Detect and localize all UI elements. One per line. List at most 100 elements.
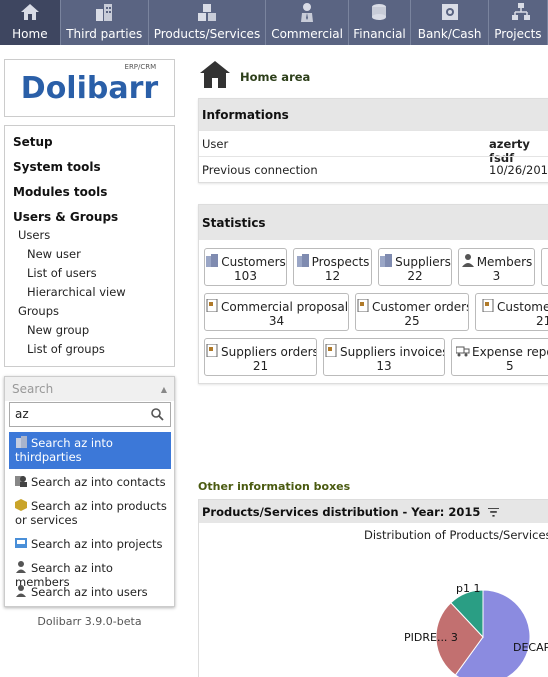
menu-list-users[interactable]: List of users [13,265,174,284]
pie-label-pidre: PIDRE... 3 [404,631,458,644]
document-icon [482,299,494,312]
building-icon [93,1,115,23]
stat-members[interactable]: Members 3 [458,248,535,286]
page-title: Home area [240,70,311,84]
search-input[interactable]: az [9,402,171,427]
products-distribution-box: Products/Services distribution - Year: 2… [198,499,548,677]
menu-new-group[interactable]: New group [13,322,174,341]
stat-count: 5 [506,359,514,373]
menu-hierarchical-view[interactable]: Hierarchical view [13,284,174,303]
topmenu-products-services[interactable]: Products/Services [149,0,267,45]
stat-suppliers-orders[interactable]: Suppliers orders 21 [204,338,317,376]
search-result-users[interactable]: Search az into users [9,585,171,603]
stat-count: 25 [404,314,420,328]
informations-header: Informations [199,99,548,130]
member-icon [16,561,26,573]
search-icon[interactable] [151,408,164,421]
coins-icon [368,1,390,23]
stat-commercial-proposals[interactable]: Commercial proposals 34 [204,293,349,331]
home-icon [19,1,41,23]
stat-expense-reports[interactable]: Expense report5 [451,338,548,376]
informations-box: Informations User azerty fsdf Previous c… [198,98,548,183]
topmenu-products-services-label: Products/Services [153,27,261,41]
topmenu-home-label: Home [12,27,48,41]
menu-system-tools[interactable]: System tools [13,159,174,184]
stat-count: 103 [234,269,257,283]
menu-list-groups[interactable]: List of groups [13,341,174,360]
stat-more[interactable] [541,248,548,286]
document-icon [357,299,369,312]
boxes-icon [196,1,218,23]
pie-label-decap: DECAP [513,641,548,654]
stat-suppliers-invoices[interactable]: Suppliers invoices 13 [323,338,445,376]
menu-users-groups[interactable]: Users & Groups [13,209,174,227]
menu-groups[interactable]: Groups [13,303,174,322]
thirdparty-icon [296,254,309,267]
menu-new-user[interactable]: New user [13,246,174,265]
topmenu-projects[interactable]: Projects [489,0,548,45]
pie-label-p1: p1 1 [456,582,481,595]
company-logo[interactable]: Dolibarr ERP/CRM [4,59,175,117]
document-icon [206,299,218,312]
search-result-projects[interactable]: Search az into projects [9,537,171,555]
statistics-header: Statistics [199,205,548,240]
truck-icon [456,346,470,357]
stat-prospects[interactable]: Prospects 12 [293,248,372,286]
menu-setup[interactable]: Setup [13,134,174,159]
topmenu-financial[interactable]: Financial [349,0,411,45]
left-menu: Setup System tools Modules tools Users &… [4,125,175,367]
search-header-label: Search [12,382,54,396]
stat-count: 3 [492,269,501,283]
document-icon [206,344,218,357]
topmenu-commercial[interactable]: Commercial [266,0,349,45]
user-icon [16,585,26,597]
collapse-arrow-icon[interactable]: ▲ [161,382,167,396]
search-panel: Search ▲ az Search az into thirdparties … [4,376,175,607]
stat-customer-orders[interactable]: Customer orders 25 [355,293,469,331]
project-icon [15,538,27,548]
topmenu-financial-label: Financial [353,27,406,41]
home-area-icon [200,61,230,88]
info-label: Previous connection [202,163,318,177]
topmenu-bank-cash-label: Bank/Cash [417,27,482,41]
stat-customers[interactable]: Customers 103 [204,248,287,286]
logo-subtitle: ERP/CRM [124,62,157,71]
version-text: Dolibarr 3.9.0-beta [37,615,142,628]
stat-count: 34 [268,314,285,328]
search-result-members[interactable]: Search az into members [9,561,171,589]
topmenu-home[interactable]: Home [0,0,61,45]
info-row-previous-connection: Previous connection 10/26/2015 [199,156,548,182]
document-icon [325,344,337,357]
hierarchy-icon [510,1,532,23]
stat-count: 12 [324,269,341,283]
member-icon [461,254,474,267]
logo-text: Dolibarr ERP/CRM [20,62,159,106]
info-row-user: User azerty fsdf [199,130,548,165]
topmenu-third-parties[interactable]: Third parties [61,0,149,45]
thirdparty-icon [16,436,27,448]
info-label: User [202,137,229,151]
search-result-thirdparties[interactable]: Search az into thirdparties [9,432,171,469]
topmenu-commercial-label: Commercial [271,27,343,41]
menu-users[interactable]: Users [13,227,174,246]
thirdparty-icon [206,254,219,267]
search-input-value: az [15,407,29,421]
stat-count: 21 [252,359,269,373]
product-icon [15,499,27,511]
stat-suppliers[interactable]: Suppliers 22 [378,248,452,286]
info-value-previous-connection: 10/26/2015 [489,163,548,177]
safe-icon [439,1,461,23]
stat-customer-invoices[interactable]: Customer215 [475,293,548,331]
search-result-contacts[interactable]: Search az into contacts [9,475,171,493]
topmenu-projects-label: Projects [494,27,542,41]
thirdparty-icon [380,254,393,267]
topmenu-third-parties-label: Third parties [66,27,143,41]
filter-icon[interactable] [488,507,500,517]
menu-modules-tools[interactable]: Modules tools [13,184,174,209]
search-result-products[interactable]: Search az into products or services [9,499,171,533]
topmenu-bank-cash[interactable]: Bank/Cash [411,0,490,45]
search-header[interactable]: Search ▲ [5,377,174,401]
top-menu-bar: Home Third parties Products/Services Com… [0,0,548,45]
stat-count: 215 [536,314,548,328]
products-distribution-header: Products/Services distribution - Year: 2… [199,500,548,523]
